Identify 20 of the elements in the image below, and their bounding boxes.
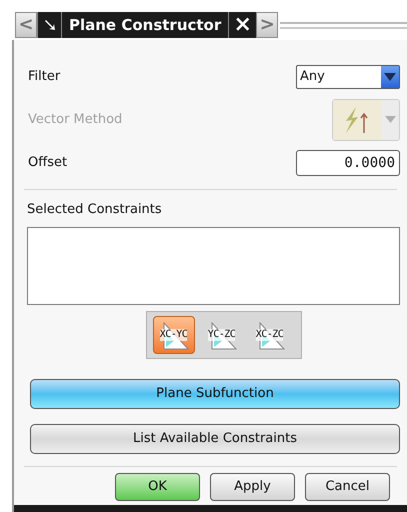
plane-toggle[interactable]: XC-YC [152,316,194,354]
field-label: Vector Method [28,110,122,129]
window-title: Plane Constructor [61,12,228,38]
plane-toggle[interactable]: YC-ZC [200,316,242,354]
field-label: Filter [28,68,60,86]
dialog-button[interactable]: Apply [210,472,295,500]
pin-icon[interactable] [42,18,56,32]
section-label: Selected Constraints [27,201,163,219]
dropdown-arrow-icon [384,72,396,80]
dialog-button[interactable]: OK [115,472,200,500]
close-button[interactable]: × [228,12,256,38]
dropdown-arrow-icon [384,116,396,123]
field-label: Offset [28,154,68,172]
action-button[interactable]: List Available Constraints [30,424,400,454]
offset-input[interactable]: 0.0000 [296,150,400,176]
dialog-button[interactable]: Cancel [305,472,390,500]
filter-dropdown[interactable]: Any [296,64,400,88]
plane-toggle[interactable]: XC-ZC [248,316,290,354]
constraints-list[interactable] [27,226,400,304]
action-button[interactable]: Plane Subfunction [30,378,400,408]
